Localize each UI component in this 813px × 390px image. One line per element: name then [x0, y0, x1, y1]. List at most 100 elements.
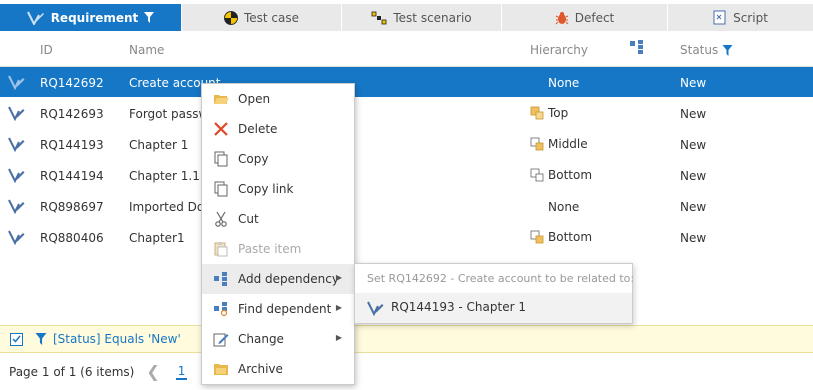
- column-header-name[interactable]: Name: [129, 43, 164, 57]
- copy-link-icon: [214, 181, 228, 197]
- tab-label: Defect: [574, 10, 615, 25]
- tab-test-scenario[interactable]: Test scenario: [342, 4, 502, 31]
- cell-hierarchy: None: [548, 76, 580, 90]
- menu-item-find-dependent[interactable]: Find dependent ▶: [202, 294, 354, 324]
- table-row[interactable]: RQ142693 Forgot passw Top New: [0, 98, 813, 129]
- cell-status: New: [680, 231, 707, 245]
- menu-item-add-dependency[interactable]: Add dependency ▶: [202, 264, 354, 294]
- menu-item-cut[interactable]: Cut: [202, 204, 354, 234]
- submenu-header: Set RQ142692 - Create account to be rela…: [367, 272, 635, 285]
- table-row[interactable]: RQ880406 Chapter1 Bottom New: [0, 222, 813, 253]
- cell-status: New: [680, 138, 707, 152]
- filter-icon[interactable]: [722, 44, 733, 56]
- copy-icon: [214, 151, 228, 167]
- column-header-id[interactable]: ID: [40, 43, 53, 57]
- cell-hierarchy: Bottom: [530, 229, 592, 244]
- cell-name: Imported Doc: [129, 200, 211, 214]
- requirement-icon: [8, 167, 26, 186]
- filter-icon: [35, 333, 47, 345]
- menu-item-label: Cut: [238, 212, 259, 226]
- menu-item-label: Copy link: [238, 182, 294, 196]
- hierarchy-bottom-icon: [530, 230, 544, 243]
- submenu-arrow-icon: ▶: [335, 303, 342, 312]
- menu-item-label: Archive: [238, 362, 283, 376]
- cell-hierarchy: Middle: [530, 136, 588, 151]
- menu-item-label: Find dependent: [238, 302, 332, 316]
- hierarchy-label: Bottom: [548, 168, 593, 182]
- requirement-icon: [8, 74, 26, 93]
- archive-box-icon: [214, 364, 228, 375]
- menu-item-delete[interactable]: Delete: [202, 114, 354, 144]
- table-row[interactable]: RQ142692 Create account None New: [0, 67, 813, 98]
- tab-requirement[interactable]: Requirement: [0, 4, 182, 31]
- test-case-icon: [223, 10, 238, 25]
- tab-test-case[interactable]: Test case: [182, 4, 342, 31]
- menu-item-label: Delete: [238, 122, 278, 136]
- menu-item-label: Open: [238, 92, 271, 106]
- context-menu: Open Delete Copy Copy link Cut Paste ite…: [201, 83, 355, 385]
- bug-icon: [555, 11, 569, 24]
- tab-label: Test scenario: [393, 10, 472, 25]
- requirement-icon: [367, 301, 384, 316]
- cell-hierarchy: None: [548, 200, 580, 214]
- cell-id: RQ142693: [40, 107, 104, 121]
- table-row[interactable]: RQ144194 Chapter 1.1 Bottom New: [0, 160, 813, 191]
- hierarchy-tree-icon[interactable]: [630, 40, 644, 57]
- hierarchy-bottom-icon: [530, 168, 544, 181]
- page-summary: Page 1 of 1 (6 items): [9, 364, 135, 379]
- page-number-current[interactable]: 1: [175, 364, 188, 380]
- pager: Page 1 of 1 (6 items) ❮ 1 ❯: [0, 353, 813, 390]
- table-row[interactable]: RQ898697 Imported Doc None New: [0, 191, 813, 222]
- hierarchy-middle-icon: [530, 137, 544, 150]
- submenu-item-dependency-target[interactable]: RQ144193 - Chapter 1: [355, 293, 632, 323]
- cell-name: Forgot passw: [129, 107, 209, 121]
- column-header-status-label: Status: [680, 43, 719, 57]
- chevron-left-icon[interactable]: ❮: [146, 362, 159, 381]
- scissors-icon: [215, 211, 227, 227]
- filter-bar: [Status] Equals 'New': [0, 325, 813, 353]
- cell-hierarchy: Bottom: [530, 167, 592, 182]
- menu-item-change[interactable]: Change ▶: [202, 324, 354, 354]
- test-scenario-icon: [371, 11, 387, 24]
- filter-icon[interactable]: [144, 12, 155, 23]
- tab-defect[interactable]: Defect: [502, 4, 668, 31]
- menu-item-label: Change: [238, 332, 284, 346]
- filter-enabled-checkbox[interactable]: [10, 332, 23, 346]
- script-icon: [713, 10, 726, 25]
- menu-item-copy-link[interactable]: Copy link: [202, 174, 354, 204]
- checkmark-icon: [12, 335, 21, 343]
- paste-icon: [214, 242, 228, 257]
- cell-name: Chapter 1.1: [129, 169, 200, 183]
- tab-script[interactable]: Script: [668, 4, 813, 31]
- hierarchy-label: Bottom: [548, 230, 593, 244]
- folder-open-icon: [214, 95, 229, 104]
- cell-id: RQ142692: [40, 76, 104, 90]
- tab-label: Test case: [243, 10, 300, 25]
- delete-x-icon: [214, 122, 228, 136]
- module-tabs: Requirement Test case Test scenario Defe…: [0, 4, 813, 31]
- table-row[interactable]: RQ144193 Chapter 1 Middle New: [0, 129, 813, 160]
- requirement-icon: [8, 229, 26, 248]
- hierarchy-label: Middle: [548, 137, 588, 151]
- submenu-arrow-icon: ▶: [335, 333, 342, 342]
- tab-label: Requirement: [50, 10, 139, 25]
- menu-item-archive[interactable]: Archive: [202, 354, 354, 384]
- filter-expression[interactable]: [Status] Equals 'New': [53, 332, 181, 346]
- cell-id: RQ880406: [40, 231, 104, 245]
- menu-item-label: Paste item: [238, 242, 302, 256]
- cell-id: RQ144193: [40, 138, 104, 152]
- add-dependency-submenu: Set RQ142692 - Create account to be rela…: [354, 263, 635, 324]
- menu-item-copy[interactable]: Copy: [202, 144, 354, 174]
- cell-hierarchy: Top: [530, 105, 568, 120]
- cell-status: New: [680, 76, 707, 90]
- tab-label: Script: [733, 10, 768, 25]
- requirement-icon: [8, 198, 26, 217]
- menu-item-open[interactable]: Open: [202, 84, 354, 114]
- column-header-status[interactable]: Status: [680, 43, 733, 57]
- cell-id: RQ898697: [40, 200, 104, 214]
- add-dependency-icon: [214, 272, 227, 286]
- menu-item-paste-item[interactable]: Paste item: [202, 234, 354, 264]
- grid-header: ID Name Hierarchy Status: [0, 31, 813, 67]
- column-header-hierarchy[interactable]: Hierarchy: [530, 43, 588, 57]
- requirement-icon: [8, 136, 26, 155]
